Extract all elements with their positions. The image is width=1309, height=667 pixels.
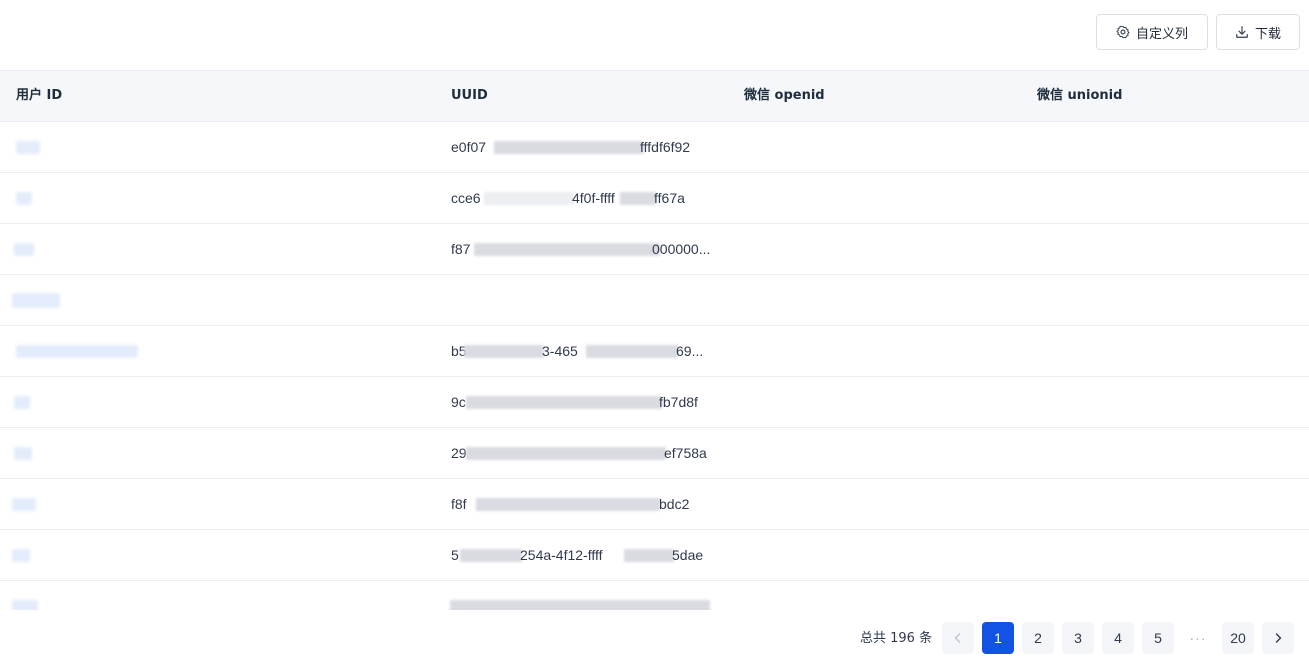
redacted-uuid <box>450 600 710 610</box>
uuid-fragment: 4f0f-ffff <box>572 190 615 206</box>
download-label: 下载 <box>1254 26 1281 42</box>
redacted-uuid <box>494 141 644 154</box>
total-count: 总共 196 条 <box>860 631 933 646</box>
uuid-fragment: f87 <box>451 241 471 257</box>
uuid-fragment: 5 <box>451 547 459 563</box>
uuid-fragment: fffdf6f92 <box>640 139 691 155</box>
next-page-button[interactable] <box>1262 622 1294 654</box>
uuid-fragment: 69... <box>676 343 704 359</box>
page-button-5[interactable]: 5 <box>1142 622 1174 654</box>
redacted-uuid <box>484 192 574 205</box>
uuid-fragment: fb7d8f <box>659 394 698 410</box>
redacted-uuid <box>466 447 666 460</box>
customize-columns-button[interactable]: 自定义列 <box>1096 14 1208 50</box>
redacted-user-id <box>14 396 30 409</box>
table-row[interactable]: 9c fb7d8f <box>0 377 1309 428</box>
table-row[interactable] <box>0 275 1309 326</box>
redacted-user-id <box>12 549 30 562</box>
table-row[interactable]: 5 254a-4f12-ffff 5dae <box>0 530 1309 581</box>
redacted-uuid <box>476 498 660 511</box>
uuid-fragment: ef758a <box>664 445 707 461</box>
table-row[interactable]: 29 ef758a <box>0 428 1309 479</box>
uuid-fragment: 9c <box>451 394 466 410</box>
page-button-4[interactable]: 4 <box>1102 622 1134 654</box>
redacted-user-id <box>14 447 32 460</box>
table-body[interactable]: e0f07 fffdf6f92 cce6 4f0f-ffff ff67a f87… <box>0 122 1309 610</box>
column-header-uuid[interactable]: UUID <box>451 71 488 121</box>
redacted-uuid <box>474 243 660 256</box>
table-row[interactable]: f8f bdc2 <box>0 479 1309 530</box>
redacted-user-id <box>12 498 36 511</box>
redacted-uuid <box>624 549 674 562</box>
redacted-user-id <box>16 141 40 154</box>
redacted-user-id <box>16 345 138 358</box>
page-button-last[interactable]: 20 <box>1222 622 1254 654</box>
uuid-fragment: cce6 <box>451 190 481 206</box>
uuid-fragment: 000000... <box>652 241 711 257</box>
chevron-right-icon <box>1275 633 1282 643</box>
redacted-uuid <box>586 345 678 358</box>
redacted-uuid <box>466 396 662 409</box>
uuid-fragment: 254a-4f12-ffff <box>520 547 603 563</box>
uuid-fragment: 5dae <box>672 547 704 563</box>
prev-page-button[interactable] <box>942 622 974 654</box>
gear-icon <box>1116 25 1130 39</box>
page-button-2[interactable]: 2 <box>1022 622 1054 654</box>
redacted-user-id <box>12 293 60 308</box>
table-row[interactable]: e0f07 fffdf6f92 <box>0 122 1309 173</box>
user-table: 用户 ID UUID 微信 openid 微信 unionid <box>0 70 1309 122</box>
uuid-fragment: 3-465 <box>542 343 578 359</box>
column-header-wechat-openid[interactable]: 微信 openid <box>744 71 825 121</box>
toolbar: 自定义列 下载 <box>0 0 1309 70</box>
customize-columns-label: 自定义列 <box>1135 26 1188 42</box>
table-row[interactable]: cce6 4f0f-ffff ff67a <box>0 173 1309 224</box>
redacted-uuid <box>620 192 656 205</box>
download-icon <box>1235 25 1249 39</box>
redacted-uuid <box>460 549 522 562</box>
page-button-3[interactable]: 3 <box>1062 622 1094 654</box>
uuid-fragment: 29 <box>451 445 467 461</box>
table-row[interactable]: b5 3-465 69... <box>0 326 1309 377</box>
pagination: 总共 196 条 1 2 3 4 5 ··· 20 <box>0 622 1309 656</box>
redacted-user-id <box>12 600 38 610</box>
chevron-left-icon <box>954 633 961 643</box>
redacted-uuid <box>464 345 544 358</box>
page-button-1[interactable]: 1 <box>982 622 1014 654</box>
uuid-fragment: e0f07 <box>451 139 487 155</box>
table-row[interactable] <box>0 581 1309 610</box>
column-header-user-id[interactable]: 用户 ID <box>16 71 62 121</box>
uuid-fragment: ff67a <box>654 190 685 206</box>
uuid-fragment: f8f <box>451 496 467 512</box>
table-row[interactable]: f87 000000... <box>0 224 1309 275</box>
more-pages-ellipsis[interactable]: ··· <box>1182 622 1214 654</box>
redacted-user-id <box>14 243 34 256</box>
redacted-user-id <box>16 192 32 205</box>
download-button[interactable]: 下载 <box>1216 14 1300 50</box>
column-header-wechat-unionid[interactable]: 微信 unionid <box>1037 71 1122 121</box>
uuid-fragment: bdc2 <box>659 496 690 512</box>
table-header: 用户 ID UUID 微信 openid 微信 unionid <box>0 70 1309 122</box>
